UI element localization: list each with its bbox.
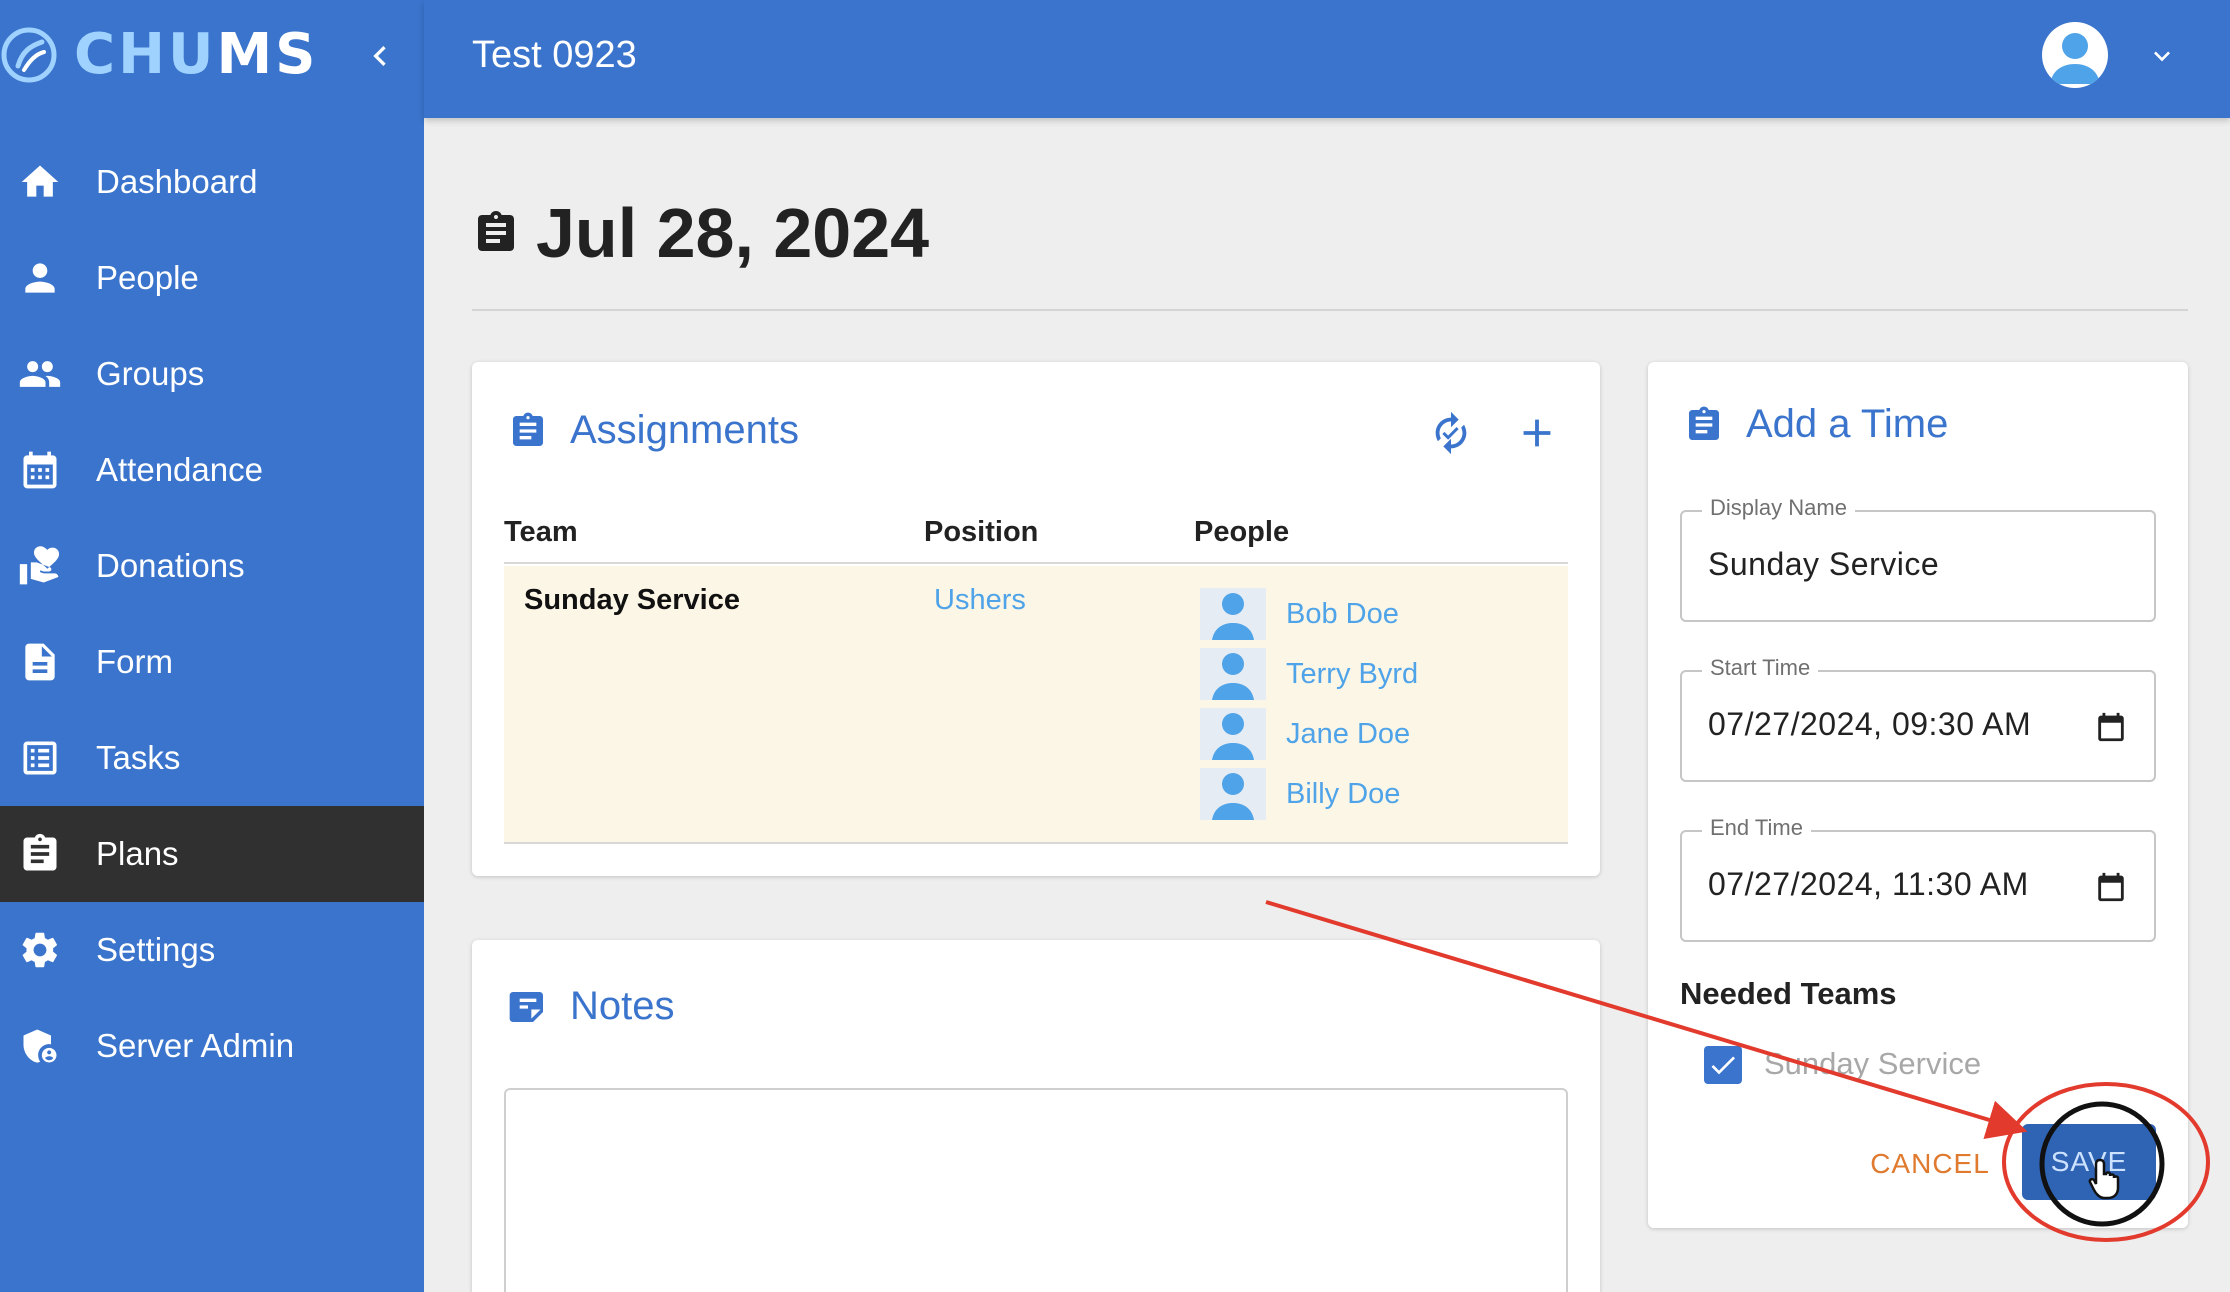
sidebar-item-label: Donations	[96, 547, 245, 584]
assignments-title: Assignments	[570, 408, 799, 452]
column-header-people: People	[1194, 516, 1290, 548]
display-name-value: Sunday Service	[1708, 546, 1940, 582]
end-time-field[interactable]: End Time 07/27/2024, 11:30 AM	[1680, 815, 2156, 942]
sidebar-item-attendance[interactable]: Attendance	[0, 422, 424, 518]
chums-logo-icon	[1, 27, 57, 83]
assignments-actions	[1428, 410, 1560, 456]
end-time-label: End Time	[1702, 815, 1811, 841]
sidebar-item-server-admin[interactable]: Server Admin	[0, 998, 424, 1094]
person-name[interactable]: Bob Doe	[1286, 598, 1399, 631]
assignments-header: Assignments	[508, 408, 799, 453]
assignments-table-header: Team Position People	[504, 510, 1568, 564]
sidebar-nav: Dashboard People Groups Attendance Donat…	[0, 134, 424, 1094]
gear-icon	[18, 928, 62, 972]
assignments-card: Assignments Team Position People Sunday …	[472, 362, 1600, 876]
sidebar-item-people[interactable]: People	[0, 230, 424, 326]
sidebar-item-settings[interactable]: Settings	[0, 902, 424, 998]
sidebar-item-label: Form	[96, 643, 173, 680]
cancel-button[interactable]: CANCEL	[1860, 1138, 2000, 1190]
sidebar-item-label: Dashboard	[96, 163, 258, 200]
checkmark-icon	[1711, 1056, 1735, 1075]
notes-header: Notes	[508, 984, 675, 1029]
person-avatar-icon	[1200, 768, 1266, 820]
list-item[interactable]: Billy Doe	[1200, 764, 1418, 824]
admin-shield-icon	[18, 1024, 62, 1068]
clipboard-icon	[478, 211, 514, 251]
person-icon	[18, 256, 62, 300]
brand[interactable]: CHUMS	[0, 0, 424, 118]
sidebar-item-label: Attendance	[96, 451, 263, 488]
person-name[interactable]: Jane Doe	[1286, 718, 1410, 751]
start-time-label: Start Time	[1702, 655, 1819, 681]
list-item[interactable]: Bob Doe	[1200, 584, 1418, 644]
home-icon	[18, 160, 62, 204]
add-time-card: Add a Time Display Name Sunday Service S…	[1648, 362, 2188, 1228]
list-item[interactable]: Terry Byrd	[1200, 644, 1418, 704]
clipboard-icon	[513, 412, 543, 446]
clipboard-icon	[18, 832, 62, 876]
sidebar-item-tasks[interactable]: Tasks	[0, 710, 424, 806]
save-button[interactable]: SAVE	[2022, 1124, 2156, 1200]
team-checkbox[interactable]	[1704, 1046, 1742, 1084]
user-avatar[interactable]	[2042, 22, 2108, 88]
sidebar: CHUMS Dashboard People Groups Attendance…	[0, 0, 424, 1292]
add-time-header: Add a Time	[1684, 402, 1948, 447]
form-icon	[18, 640, 62, 684]
sidebar-item-form[interactable]: Form	[0, 614, 424, 710]
team-checkbox-label[interactable]: Sunday Service	[1764, 1046, 1981, 1082]
top-header: Test 0923	[424, 0, 2230, 118]
end-time-value: 07/27/2024, 11:30 AM	[1708, 866, 2029, 902]
tasks-icon	[18, 736, 62, 780]
sidebar-item-label: Groups	[96, 355, 205, 392]
add-time-title: Add a Time	[1746, 402, 1949, 446]
calendar-icon	[18, 448, 62, 492]
sidebar-item-label: Tasks	[96, 739, 181, 776]
chevron-down-icon[interactable]	[2146, 40, 2178, 72]
display-name-field[interactable]: Display Name Sunday Service	[1680, 495, 2156, 622]
notes-card: Notes	[472, 940, 1600, 1292]
person-avatar-icon	[1200, 708, 1266, 760]
donations-icon	[18, 544, 62, 588]
page-header: Jul 28, 2024	[472, 188, 929, 278]
sidebar-item-plans[interactable]: Plans	[0, 806, 424, 902]
auto-assign-icon[interactable]	[1428, 410, 1474, 456]
sidebar-item-label: Server Admin	[96, 1027, 295, 1064]
title-divider	[472, 309, 2188, 311]
sidebar-item-label: Settings	[96, 931, 216, 968]
people-list: Bob Doe Terry Byrd Jane Doe Billy Doe	[1200, 584, 1418, 824]
start-time-value: 07/27/2024, 09:30 AM	[1708, 706, 2032, 742]
calendar-icon[interactable]	[2094, 870, 2128, 904]
notes-textarea[interactable]	[504, 1088, 1568, 1292]
start-time-field[interactable]: Start Time 07/27/2024, 09:30 AM	[1680, 655, 2156, 782]
team-name: Sunday Service	[524, 584, 740, 616]
person-name[interactable]: Terry Byrd	[1286, 658, 1418, 691]
page-title: Jul 28, 2024	[536, 194, 930, 272]
notes-icon	[509, 991, 543, 1022]
clipboard-icon	[1689, 406, 1719, 440]
person-name[interactable]: Billy Doe	[1286, 778, 1400, 811]
column-header-position: Position	[924, 516, 1039, 548]
sidebar-item-groups[interactable]: Groups	[0, 326, 424, 422]
sidebar-item-label: Plans	[96, 835, 179, 872]
column-header-team: Team	[504, 516, 578, 548]
user-avatar-icon	[2050, 33, 2100, 84]
groups-icon	[18, 352, 62, 396]
list-item[interactable]: Jane Doe	[1200, 704, 1418, 764]
sidebar-item-dashboard[interactable]: Dashboard	[0, 134, 424, 230]
person-avatar-icon	[1200, 588, 1266, 640]
display-name-label: Display Name	[1702, 495, 1855, 521]
position-link[interactable]: Ushers	[934, 584, 1026, 617]
person-avatar-icon	[1200, 648, 1266, 700]
sidebar-item-label: People	[96, 259, 199, 296]
add-icon[interactable]	[1514, 410, 1560, 456]
collapse-sidebar-icon[interactable]	[360, 36, 400, 76]
table-row: Sunday Service Ushers Bob Doe Terry Byrd…	[504, 566, 1568, 844]
notes-title: Notes	[570, 984, 675, 1028]
calendar-icon[interactable]	[2094, 710, 2128, 744]
sidebar-item-donations[interactable]: Donations	[0, 518, 424, 614]
brand-name: CHUMS	[74, 22, 319, 87]
needed-teams-title: Needed Teams	[1680, 976, 1897, 1011]
church-name[interactable]: Test 0923	[472, 34, 637, 77]
